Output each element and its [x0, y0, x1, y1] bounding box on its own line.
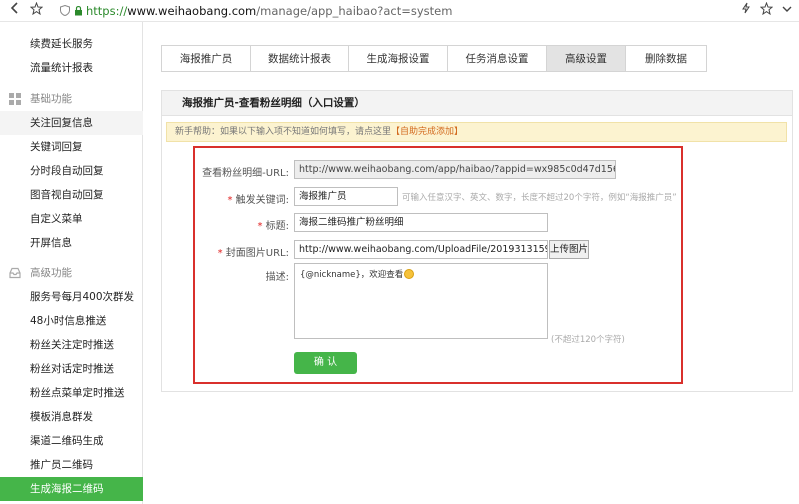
sidebar-item-poster-qr[interactable]: 生成海报二维码: [0, 477, 143, 501]
bookmark-star-icon[interactable]: [27, 1, 45, 20]
required-mark: *: [217, 248, 223, 259]
tab-advanced-settings[interactable]: 高级设置: [546, 45, 626, 72]
sidebar-group-label: 基础功能: [30, 93, 72, 105]
sidebar-item-splash[interactable]: 开屏信息: [0, 231, 143, 255]
cover-label: * 封面图片URL:: [200, 244, 289, 259]
inbox-icon: [9, 267, 21, 279]
back-icon[interactable]: [6, 2, 24, 20]
sidebar-item-keyword-reply[interactable]: 关键词回复: [0, 135, 143, 159]
title-label-text: 标题:: [265, 221, 289, 232]
menu-chevron-icon[interactable]: [778, 2, 796, 20]
keyword-label-text: 触发关键词:: [235, 195, 289, 206]
sidebar-item-mass-send[interactable]: 服务号每月400次群发: [0, 285, 143, 309]
tab-poster-promoter[interactable]: 海报推广员: [161, 45, 251, 72]
sidebar-item-follow-reply[interactable]: 关注回复信息: [0, 111, 143, 135]
notice-text: 新手帮助：如果以下输入项不知道如何填写，请点这里: [175, 127, 392, 137]
url-path: /manage/app_haibao?act=system: [256, 4, 453, 18]
keyword-input[interactable]: 海报推广员: [294, 187, 398, 206]
sidebar-item-template-msg[interactable]: 模板消息群发: [0, 405, 143, 429]
sidebar-item-media-reply[interactable]: 图音视自动回复: [0, 183, 143, 207]
browser-toolbar: https://www.weihaobang.com/manage/app_ha…: [0, 0, 799, 22]
sidebar-item-promoter-qr[interactable]: 推广员二维码: [0, 453, 143, 477]
favorite-star-icon[interactable]: [757, 1, 775, 20]
lock-icon: [75, 5, 82, 16]
lightning-icon[interactable]: [737, 2, 755, 20]
cover-label-text: 封面图片URL:: [225, 248, 289, 259]
sidebar-item-renew[interactable]: 续费延长服务: [0, 32, 143, 56]
sidebar-item-menu-push[interactable]: 粉丝点菜单定时推送: [0, 381, 143, 405]
sidebar-item-48h-push[interactable]: 48小时信息推送: [0, 309, 143, 333]
title-input[interactable]: 海报二维码推广粉丝明细: [294, 213, 548, 232]
sidebar-item-timed-reply[interactable]: 分时段自动回复: [0, 159, 143, 183]
tab-delete-data[interactable]: 删除数据: [625, 45, 707, 72]
fan-detail-url-field[interactable]: http://www.weihaobang.com/app/haibao/?ap…: [294, 160, 616, 179]
desc-label: 描述:: [265, 272, 289, 283]
sidebar: 续费延长服务 流量统计报表 基础功能 关注回复信息 关键词回复 分时段自动回复 …: [0, 22, 143, 504]
sidebar-group-basic: 基础功能: [0, 87, 143, 111]
description-textarea[interactable]: {@nickname}，欢迎查看: [294, 263, 548, 339]
address-bar[interactable]: https://www.weihaobang.com/manage/app_ha…: [86, 2, 452, 20]
shield-icon: [60, 5, 70, 16]
desc-hint: (不超过120个字符): [551, 335, 625, 345]
url-host: www.weihaobang.com: [127, 4, 257, 18]
smile-emoji-icon: [404, 269, 415, 279]
sidebar-item-chat-push[interactable]: 粉丝对话定时推送: [0, 357, 143, 381]
confirm-button[interactable]: 确 认: [294, 352, 357, 374]
sidebar-group-advanced: 高级功能: [0, 261, 143, 285]
sidebar-item-traffic-report[interactable]: 流量统计报表: [0, 56, 143, 80]
url-label: 查看粉丝明细-URL:: [202, 168, 289, 179]
required-mark: *: [257, 221, 263, 232]
sidebar-item-custom-menu[interactable]: 自定义菜单: [0, 207, 143, 231]
notice-link[interactable]: 【自助完成添加】: [391, 127, 463, 137]
tab-task-message[interactable]: 任务消息设置: [447, 45, 547, 72]
tab-poster-settings[interactable]: 生成海报设置: [348, 45, 448, 72]
description-text: {@nickname}，欢迎查看: [300, 270, 404, 280]
title-label: * 标题:: [200, 217, 289, 232]
sidebar-group-label: 高级功能: [30, 267, 72, 279]
cover-url-input[interactable]: http://www.weihaobang.com/UploadFile/201…: [294, 240, 548, 259]
sidebar-item-channel-qr[interactable]: 渠道二维码生成: [0, 429, 143, 453]
sidebar-item-follow-push[interactable]: 粉丝关注定时推送: [0, 333, 143, 357]
panel-title: 海报推广员-查看粉丝明细（入口设置）: [162, 91, 792, 116]
help-notice: 新手帮助：如果以下输入项不知道如何填写，请点这里【自助完成添加】: [166, 122, 787, 142]
url-scheme: https://: [86, 4, 128, 18]
keyword-label: * 触发关键词:: [200, 191, 289, 206]
upload-image-button[interactable]: 上传图片: [549, 240, 589, 259]
required-mark: *: [227, 195, 233, 206]
keyword-hint: 可输入任意汉字、英文、数字，长度不超过20个字符，例如“海报推广员”: [402, 193, 677, 203]
grid-icon: [9, 93, 21, 105]
tab-data-report[interactable]: 数据统计报表: [250, 45, 349, 72]
